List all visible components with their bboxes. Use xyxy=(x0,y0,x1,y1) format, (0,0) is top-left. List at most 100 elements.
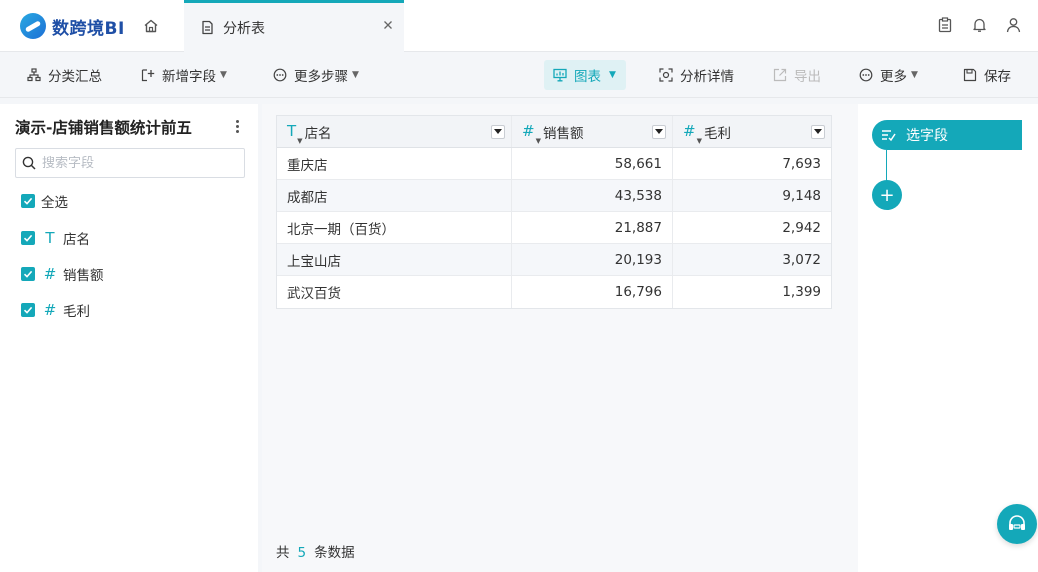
row-count-prefix: 共 xyxy=(276,545,290,561)
save-label: 保存 xyxy=(984,69,1011,85)
field-row-store-name[interactable]: T 店名 xyxy=(21,228,90,248)
cell-profit: 3,072 xyxy=(782,251,821,268)
top-actions xyxy=(936,14,1022,36)
analysis-detail-label: 分析详情 xyxy=(680,69,734,85)
cell-sales: 21,887 xyxy=(512,212,673,243)
select-all-checkbox[interactable] xyxy=(21,194,35,208)
column-dropdown-button[interactable] xyxy=(491,124,505,139)
tab-label: 分析表 xyxy=(223,20,265,37)
add-field-icon xyxy=(140,67,156,83)
analysis-detail-button[interactable]: 分析详情 xyxy=(652,60,740,90)
select-all-row[interactable]: 全选 xyxy=(21,191,68,211)
add-step-button[interactable]: + xyxy=(872,180,902,210)
field-checkbox[interactable] xyxy=(21,231,35,245)
column-label: 毛利 xyxy=(703,125,731,142)
user-button[interactable] xyxy=(1004,14,1022,36)
text-type-icon: T▼ xyxy=(287,121,303,145)
field-checkbox[interactable] xyxy=(21,303,35,317)
check-icon xyxy=(23,270,33,278)
step-label: 选字段 xyxy=(906,128,948,144)
table-row: 成都店 43,538 9,148 xyxy=(277,180,831,212)
chevron-down-icon: ▼ xyxy=(352,70,359,80)
app-logo[interactable]: 数跨境BI xyxy=(20,12,125,40)
chevron-down-icon: ▼ xyxy=(220,70,227,80)
cell-profit: 9,148 xyxy=(782,187,821,204)
row-count-suffix: 条数据 xyxy=(314,545,355,561)
top-bar: 数跨境BI 分析表 xyxy=(0,0,1038,52)
field-checkbox[interactable] xyxy=(21,267,35,281)
tab-analysis-table[interactable]: 分析表 xyxy=(184,0,404,52)
column-header-store-name[interactable]: T▼ 店名 xyxy=(277,116,512,147)
cell-sales: 43,538 xyxy=(512,180,673,211)
column-label: 店名 xyxy=(304,125,332,142)
select-all-label: 全选 xyxy=(41,195,68,211)
steps-panel: 选字段 + xyxy=(858,104,1038,572)
dataset-menu-button[interactable] xyxy=(230,116,244,136)
table-row: 武汉百货 16,796 1,399 xyxy=(277,276,831,308)
customer-service-button[interactable] xyxy=(997,504,1037,544)
table-row: 重庆店 58,661 7,693 xyxy=(277,148,831,180)
bell-icon xyxy=(972,18,986,32)
column-dropdown-button[interactable] xyxy=(652,124,666,139)
user-icon xyxy=(1006,18,1020,33)
cell-store-name: 武汉百货 xyxy=(277,276,512,308)
clipboard-button[interactable] xyxy=(936,14,954,36)
check-icon xyxy=(23,234,33,242)
step-select-fields[interactable]: 选字段 xyxy=(872,120,1022,150)
check-icon xyxy=(23,197,33,205)
group-summary-label: 分类汇总 xyxy=(48,69,102,85)
logo-icon xyxy=(20,13,46,39)
add-field-button[interactable]: 新增字段 ▼ xyxy=(134,60,233,90)
plus-icon: + xyxy=(879,184,895,206)
add-field-label: 新增字段 xyxy=(162,69,216,85)
text-type-icon: T xyxy=(45,229,55,247)
column-dropdown-button[interactable] xyxy=(811,124,825,139)
group-summary-button[interactable]: 分类汇总 xyxy=(20,60,108,90)
more-steps-label: 更多步骤 xyxy=(294,69,348,85)
row-count-number: 5 xyxy=(297,545,307,561)
save-button[interactable]: 保存 xyxy=(956,60,1017,90)
column-label: 销售额 xyxy=(542,125,584,142)
select-fields-icon xyxy=(880,127,896,143)
field-panel: 演示-店铺销售额统计前五 全选 T 店名 # 销售额 # 毛利 xyxy=(0,104,258,572)
table-row: 北京一期（百货） 21,887 2,942 xyxy=(277,212,831,244)
document-icon xyxy=(202,20,213,35)
field-search xyxy=(15,148,245,178)
column-header-profit[interactable]: #▼ 毛利 xyxy=(673,116,831,147)
logo-text: 数跨境BI xyxy=(52,18,125,39)
hierarchy-icon xyxy=(26,67,42,83)
home-button[interactable] xyxy=(136,14,166,38)
row-count: 共 5 条数据 xyxy=(276,541,355,561)
cell-store-name: 北京一期（百货） xyxy=(277,212,512,243)
number-type-icon: #▼ xyxy=(522,121,541,145)
cell-store-name: 重庆店 xyxy=(277,148,512,179)
notification-button[interactable] xyxy=(970,14,988,36)
more-steps-button[interactable]: 更多步骤 ▼ xyxy=(266,60,365,90)
chart-button[interactable]: 图表 ▼ xyxy=(544,60,626,90)
clipboard-icon xyxy=(938,17,952,33)
scan-icon xyxy=(658,67,674,83)
cell-sales: 16,796 xyxy=(512,276,673,308)
field-label: 毛利 xyxy=(63,304,90,320)
chart-label: 图表 xyxy=(574,69,601,85)
field-label: 店名 xyxy=(63,232,90,248)
number-type-icon: #▼ xyxy=(683,121,702,145)
cell-store-name: 上宝山店 xyxy=(277,244,512,275)
close-icon xyxy=(384,21,392,29)
cell-profit: 7,693 xyxy=(782,155,821,172)
export-button[interactable]: 导出 xyxy=(766,60,827,90)
table-row: 上宝山店 20,193 3,072 xyxy=(277,244,831,276)
search-input[interactable] xyxy=(42,155,232,171)
headset-icon xyxy=(1009,515,1025,530)
tab-close-button[interactable] xyxy=(380,17,396,33)
data-table: T▼ 店名 #▼ 销售额 #▼ 毛利 重庆店 58,661 7,693 成都店 … xyxy=(276,115,832,309)
column-header-sales[interactable]: #▼ 销售额 xyxy=(512,116,673,147)
data-preview: T▼ 店名 #▼ 销售额 #▼ 毛利 重庆店 58,661 7,693 成都店 … xyxy=(262,104,858,572)
more-button[interactable]: 更多 ▼ xyxy=(852,60,924,90)
export-icon xyxy=(772,67,788,83)
field-row-sales[interactable]: # 销售额 xyxy=(21,264,104,284)
step-connector xyxy=(886,150,887,182)
field-row-profit[interactable]: # 毛利 xyxy=(21,300,90,320)
field-label: 销售额 xyxy=(63,268,104,284)
check-icon xyxy=(23,306,33,314)
